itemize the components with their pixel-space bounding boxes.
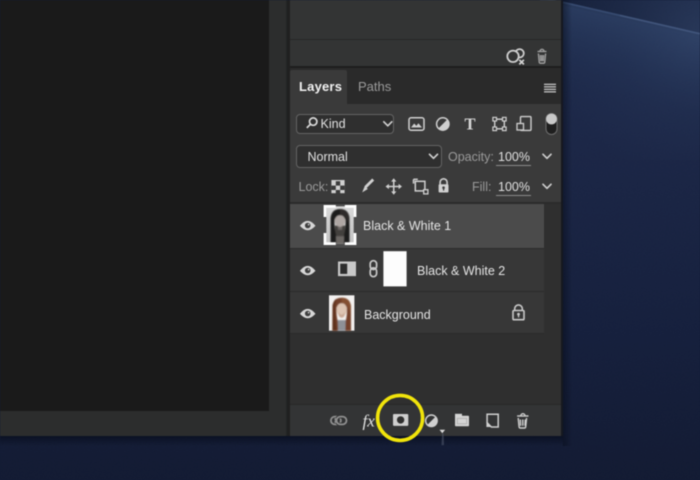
- svg-text:T: T: [464, 115, 475, 134]
- svg-text:fx: fx: [363, 412, 376, 431]
